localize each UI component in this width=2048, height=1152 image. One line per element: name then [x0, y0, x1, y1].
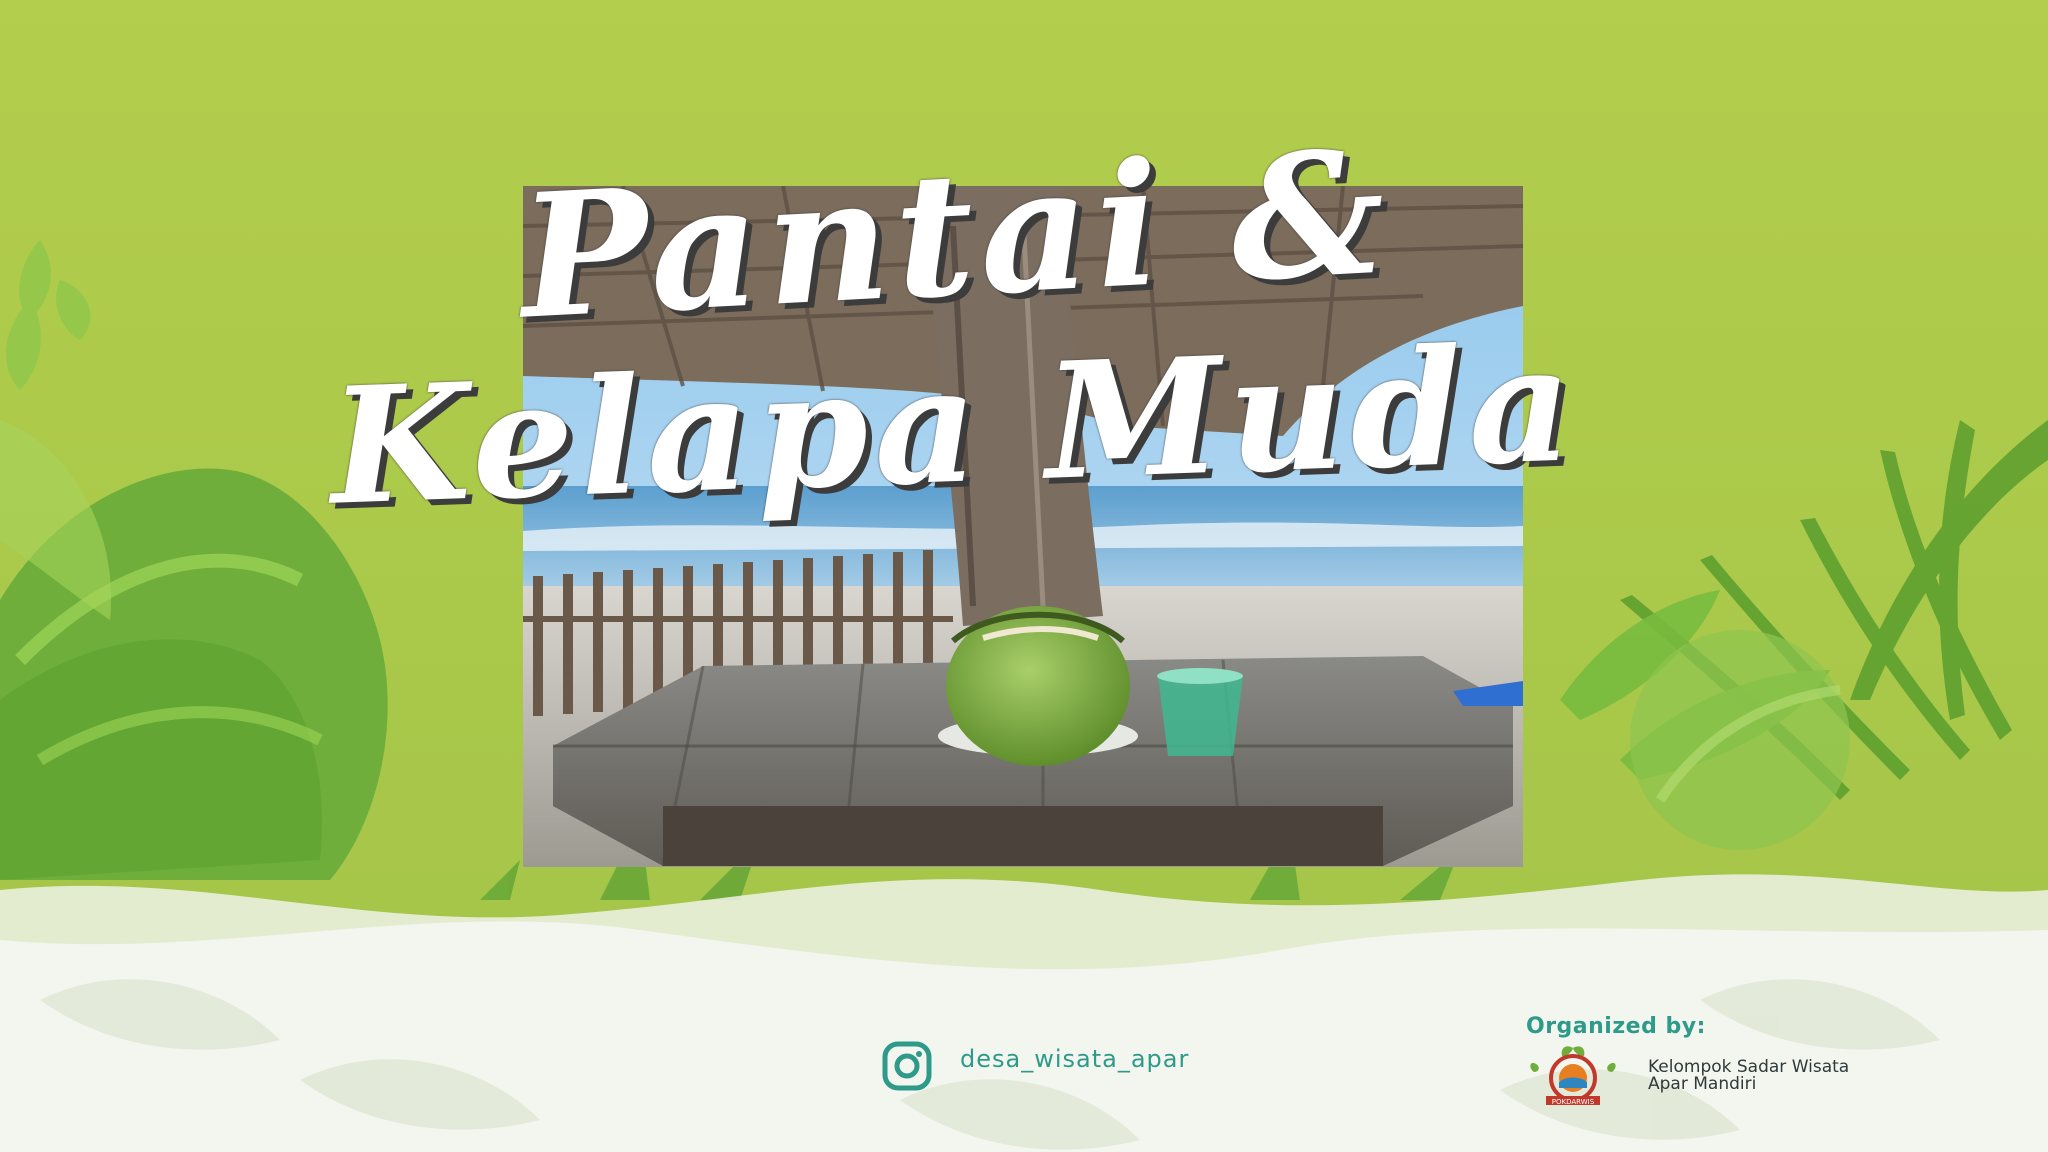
pokdarwis-logo: POKDARWIS — [1530, 1046, 1616, 1106]
poster: Pantai & Kelapa Muda desa_wisata_apar Or… — [0, 0, 2048, 1152]
title-line-2: Kelapa Muda — [327, 309, 1581, 541]
logo-text: POKDARWIS — [1552, 1098, 1595, 1106]
title-line-1: Pantai & — [515, 112, 1396, 358]
instagram-handle[interactable]: desa_wisata_apar — [960, 1045, 1189, 1073]
instagram-icon[interactable] — [881, 1040, 933, 1092]
organized-by-label: Organized by: — [1526, 1014, 1706, 1039]
organizer-name-line2: Apar Mandiri — [1648, 1074, 1757, 1094]
